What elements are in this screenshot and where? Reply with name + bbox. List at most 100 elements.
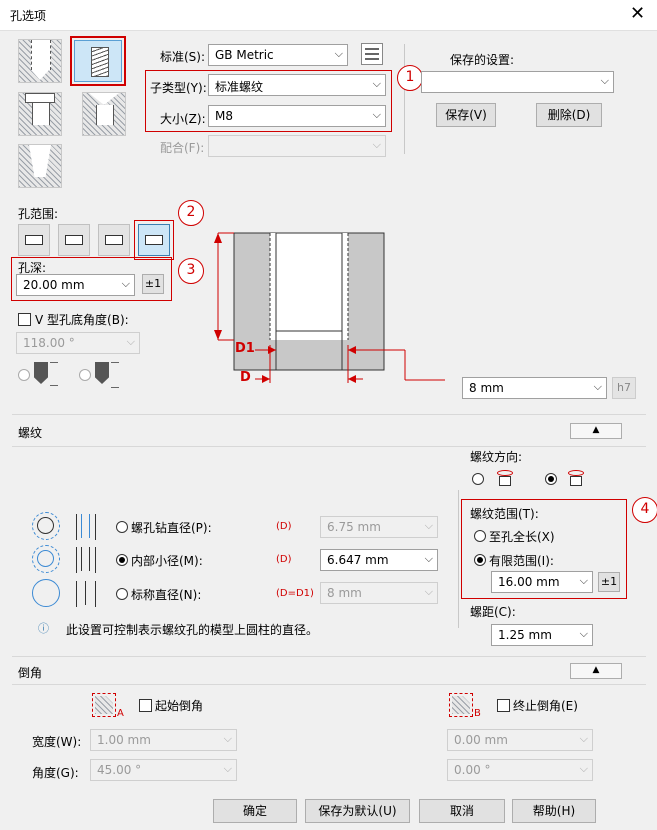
- help-button[interactable]: 帮助(H): [512, 799, 596, 823]
- start-chamfer-tag: A: [117, 708, 124, 719]
- end-chamfer-icon: [449, 693, 473, 717]
- chamfer-collapse-button[interactable]: ▲: [570, 663, 622, 679]
- range-next-button[interactable]: [98, 224, 130, 256]
- minor-diameter-value: 6.647 mm: [327, 553, 389, 567]
- callout-4: 4: [632, 497, 657, 523]
- chevron-down-icon: ⌵: [579, 732, 588, 745]
- info-icon: ⓘ: [38, 622, 49, 635]
- section-divider: [12, 414, 646, 415]
- depth-marker-icon: [50, 362, 58, 386]
- fit-select[interactable]: ⌵: [208, 135, 386, 157]
- end-chamfer-checkbox[interactable]: [497, 699, 510, 712]
- minor-diameter-circle-icon: [32, 545, 60, 573]
- depth-select[interactable]: 20.00 mm ⌵: [16, 274, 135, 296]
- thread-collapse-button[interactable]: ▲: [570, 423, 622, 439]
- fit-badge[interactable]: h7: [612, 377, 636, 399]
- thread-section-title: 螺纹: [18, 426, 43, 440]
- chevron-down-icon: ⌵: [372, 77, 381, 90]
- standards-database-icon[interactable]: [361, 43, 383, 65]
- start-width-value: 1.00 mm: [97, 733, 151, 747]
- ok-button[interactable]: 确定: [213, 799, 297, 823]
- saved-settings-label: 保存的设置:: [450, 53, 515, 67]
- end-chamfer-tag: B: [474, 708, 481, 719]
- subtype-select[interactable]: 标准螺纹 ⌵: [208, 74, 386, 96]
- depth-tolerance-button[interactable]: ±1: [142, 274, 164, 294]
- standard-select[interactable]: GB Metric ⌵: [208, 44, 348, 66]
- nominal-diameter-select[interactable]: 8 mm ⌵: [320, 582, 438, 604]
- pitch-select[interactable]: 1.25 mm ⌵: [491, 624, 593, 646]
- title-bar: 孔选项 ✕: [0, 0, 657, 31]
- v-angle-value: 118.00 °: [23, 336, 75, 350]
- subtype-value: 标准螺纹: [215, 80, 264, 94]
- diameter-select[interactable]: 8 mm ⌵: [462, 377, 607, 399]
- minor-diameter-radio[interactable]: [116, 554, 128, 566]
- saved-settings-select[interactable]: ⌵: [421, 71, 614, 93]
- chevron-down-icon: ⌵: [372, 108, 381, 121]
- callout-3: 3: [178, 258, 204, 284]
- thread-range-select[interactable]: 16.00 mm ⌵: [491, 571, 593, 593]
- start-angle-value: 45.00 °: [97, 763, 142, 777]
- limited-range-label: 有限范围(I):: [489, 554, 554, 568]
- size-value: M8: [215, 109, 233, 123]
- minor-diameter-section-icon: [76, 547, 96, 573]
- limited-range-radio[interactable]: [474, 554, 486, 566]
- chevron-down-icon: ⌵: [593, 380, 602, 393]
- start-chamfer-checkbox[interactable]: [139, 699, 152, 712]
- hole-type-tapered-button[interactable]: [18, 144, 62, 188]
- hole-type-countersink-button[interactable]: [82, 92, 126, 136]
- end-angle-select[interactable]: 0.00 ° ⌵: [447, 759, 593, 781]
- hole-type-counterbore-button[interactable]: [18, 92, 62, 136]
- tap-drill-label: 螺孔钻直径(P):: [131, 521, 212, 535]
- pitch-label: 螺距(C):: [470, 605, 516, 619]
- end-angle-value: 0.00 °: [454, 763, 491, 777]
- minor-diameter-symbol: (D): [276, 554, 292, 565]
- size-select[interactable]: M8 ⌵: [208, 105, 386, 127]
- tap-drill-symbol: (D): [276, 521, 292, 532]
- cancel-button[interactable]: 取消: [419, 799, 505, 823]
- tap-drill-radio[interactable]: [116, 521, 128, 533]
- window-title: 孔选项: [10, 9, 47, 23]
- save-button[interactable]: 保存(V): [436, 103, 496, 127]
- nominal-diameter-label: 标称直径(N):: [131, 588, 202, 602]
- start-angle-select[interactable]: 45.00 ° ⌵: [90, 759, 237, 781]
- chevron-down-icon: ⌵: [579, 574, 588, 587]
- delete-button[interactable]: 删除(D): [536, 103, 602, 127]
- left-hand-radio[interactable]: [545, 473, 557, 485]
- hole-type-simple-button[interactable]: [18, 39, 62, 83]
- range-to-button[interactable]: [58, 224, 90, 256]
- minor-diameter-select[interactable]: 6.647 mm ⌵: [320, 549, 438, 571]
- chevron-down-icon: ⌵: [600, 74, 609, 87]
- hole-type-threaded-button[interactable]: [70, 36, 126, 86]
- right-hand-thread-icon: [494, 466, 516, 488]
- bottom-flat-radio[interactable]: [18, 369, 30, 381]
- hole-range-label: 孔范围:: [18, 207, 59, 221]
- diameter-value: 8 mm: [469, 381, 504, 395]
- chevron-down-icon: ⌵: [121, 277, 130, 290]
- chevron-down-icon: ⌵: [424, 552, 433, 565]
- v-angle-select[interactable]: 118.00 ° ⌵: [16, 332, 140, 354]
- tap-drill-select[interactable]: 6.75 mm ⌵: [320, 516, 438, 538]
- standard-label: 标准(S):: [160, 50, 206, 64]
- subtype-label: 子类型(Y):: [150, 81, 207, 95]
- end-width-value: 0.00 mm: [454, 733, 508, 747]
- end-width-select[interactable]: 0.00 mm ⌵: [447, 729, 593, 751]
- depth-value: 20.00 mm: [23, 278, 85, 292]
- right-hand-radio[interactable]: [472, 473, 484, 485]
- nominal-diameter-radio[interactable]: [116, 588, 128, 600]
- close-icon[interactable]: ✕: [630, 3, 645, 24]
- thread-range-label: 螺纹范围(T):: [470, 507, 539, 521]
- section-divider: [12, 446, 646, 447]
- section-divider: [12, 684, 646, 685]
- thread-range-tolerance-button[interactable]: ±1: [598, 572, 620, 592]
- save-default-button[interactable]: 保存为默认(U): [305, 799, 410, 823]
- start-width-select[interactable]: 1.00 mm ⌵: [90, 729, 237, 751]
- minor-diameter-label: 内部小径(M):: [131, 554, 203, 568]
- full-length-radio[interactable]: [474, 530, 486, 542]
- range-blind-button[interactable]: [138, 224, 170, 256]
- nominal-diameter-circle-icon: [32, 579, 60, 607]
- range-through-button[interactable]: [18, 224, 50, 256]
- bottom-tip-radio[interactable]: [79, 369, 91, 381]
- chevron-down-icon: ⌵: [424, 519, 433, 532]
- nominal-diameter-value: 8 mm: [327, 586, 362, 600]
- v-angle-checkbox[interactable]: [18, 313, 31, 326]
